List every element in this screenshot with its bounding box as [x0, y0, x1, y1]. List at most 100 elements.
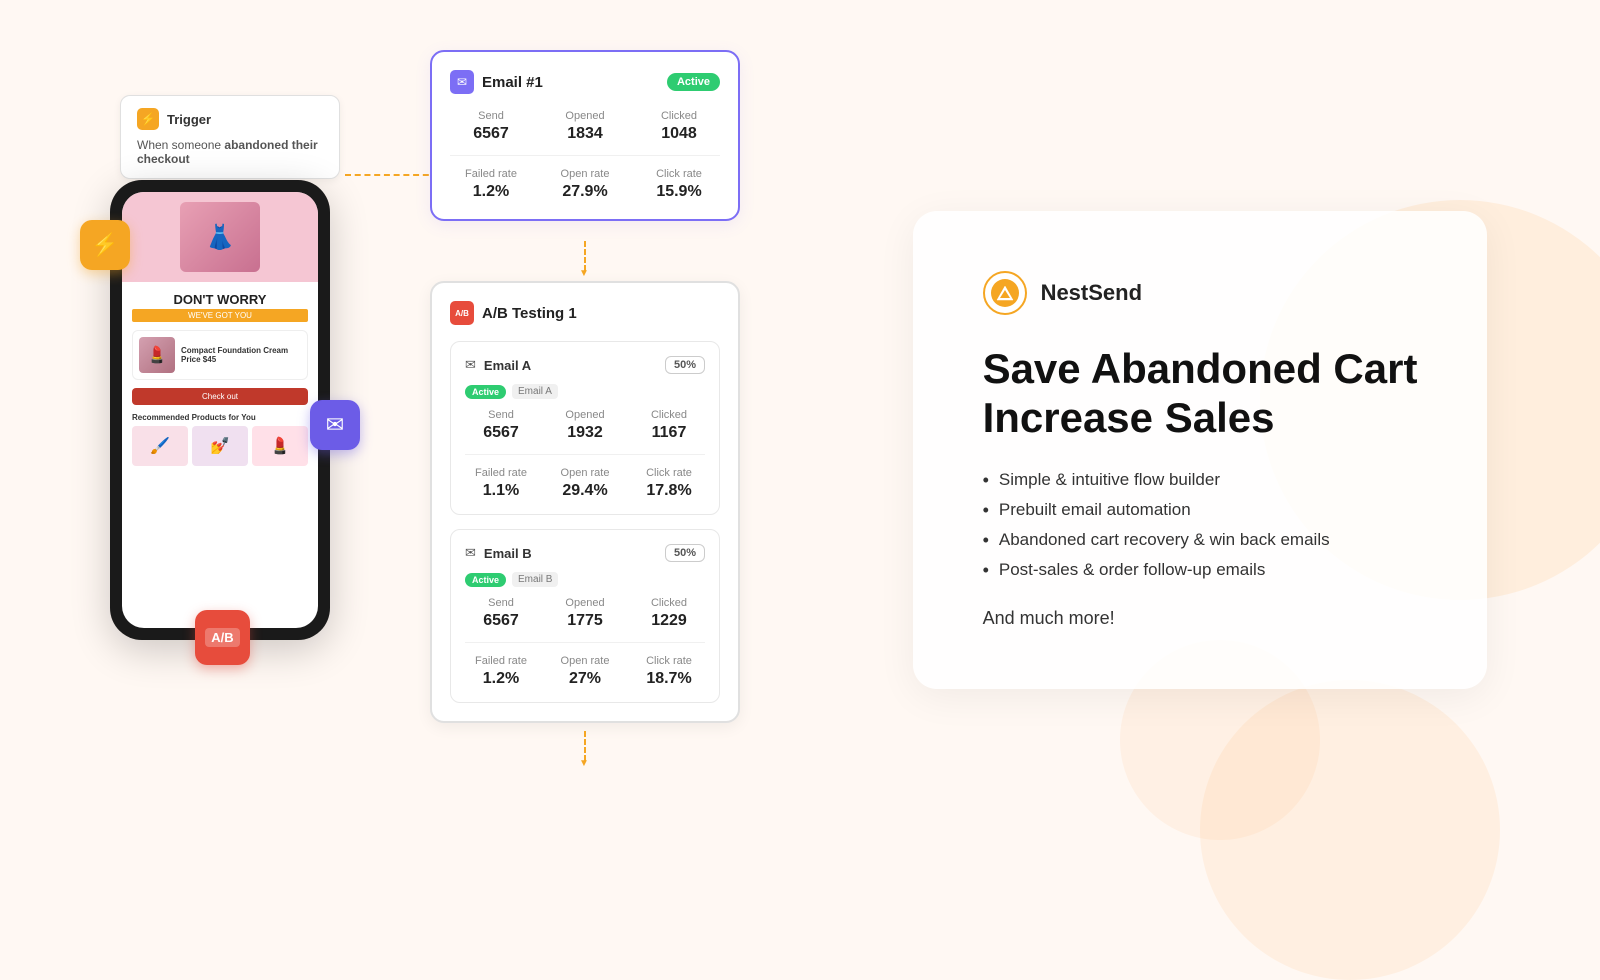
main-heading: Save Abandoned Cart Increase Sales [983, 345, 1418, 442]
email-1-active-badge: Active [667, 73, 720, 91]
email-b-label: Email B [512, 572, 558, 587]
email-1-failed-value: 1.2% [450, 183, 532, 201]
email-b-openrate-stat: Open rate 27% [549, 655, 621, 688]
email-b-clicked-label: Clicked [633, 597, 705, 609]
email-1-card-header: ✉ Email #1 Active [450, 70, 720, 94]
product-price: Price $45 [181, 355, 301, 364]
email-a-badge-row: Active Email A [465, 384, 705, 399]
feature-item-3: Abandoned cart recovery & win back email… [983, 530, 1418, 550]
feature-item-2: Prebuilt email automation [983, 500, 1418, 520]
ab-icon-text: A/B [205, 628, 239, 647]
product-info: Compact Foundation Cream Price $45 [181, 346, 301, 364]
email-b-icon: ✉ [465, 545, 476, 561]
phone-recs-title: Recommended Products for You [132, 413, 308, 422]
email-a-label: Email A [512, 384, 558, 399]
product-image: 💄 [139, 337, 175, 373]
email-a-send-stat: Send 6567 [465, 409, 537, 442]
email-1-opened-label: Opened [544, 110, 626, 122]
email-b-sub-card: ✉ Email B 50% Active Email B Send 6567 O… [450, 529, 720, 703]
email-a-divider [465, 454, 705, 455]
phone-product: 💄 Compact Foundation Cream Price $45 [132, 330, 308, 380]
email-b-send-stat: Send 6567 [465, 597, 537, 630]
email-1-failed-stat: Failed rate 1.2% [450, 168, 532, 201]
email-1-stats-bottom: Failed rate 1.2% Open rate 27.9% Click r… [450, 168, 720, 201]
ab-card-header: A/B A/B Testing 1 [450, 301, 720, 325]
email-a-clickrate-label: Click rate [633, 467, 705, 479]
email-a-openrate-label: Open rate [549, 467, 621, 479]
floating-email-icon: ✉ [310, 400, 360, 450]
ab-testing-card: A/B A/B Testing 1 ✉ Email A 50% Active E… [430, 281, 740, 723]
email-1-openrate-stat: Open rate 27.9% [544, 168, 626, 201]
trigger-icon: ⚡ [137, 108, 159, 130]
trigger-bold: abandoned their checkout [137, 138, 318, 166]
email-a-percentage: 50% [665, 356, 705, 374]
email-b-failed-value: 1.2% [465, 670, 537, 688]
email-b-stats-bottom: Failed rate 1.2% Open rate 27% Click rat… [465, 655, 705, 688]
email-b-opened-value: 1775 [549, 612, 621, 630]
email-1-send-label: Send [450, 110, 532, 122]
email-a-clicked-value: 1167 [633, 424, 705, 442]
email-b-badge-row: Active Email B [465, 572, 705, 587]
email-b-opened-stat: Opened 1775 [549, 597, 621, 630]
dashed-line [584, 241, 586, 271]
email-b-clicked-stat: Clicked 1229 [633, 597, 705, 630]
email-a-failed-stat: Failed rate 1.1% [465, 467, 537, 500]
email-a-left: ✉ Email A [465, 357, 531, 373]
email-b-left: ✉ Email B [465, 545, 532, 561]
email-b-active-badge: Active [465, 573, 506, 587]
brand-logo [983, 271, 1027, 315]
email-a-failed-label: Failed rate [465, 467, 537, 479]
phone-products-row: 🖌️ 💅 💄 [132, 426, 308, 466]
trigger-title: Trigger [167, 112, 211, 127]
email-b-clicked-value: 1229 [633, 612, 705, 630]
ab-bottom-dashed-line [584, 731, 586, 761]
phone-screen: 👗 DON'T WORRY WE'VE GOT YOU 💄 Compact Fo… [122, 192, 318, 628]
email-a-header: ✉ Email A 50% [465, 356, 705, 374]
email-a-clickrate-value: 17.8% [633, 482, 705, 500]
email-b-divider [465, 642, 705, 643]
value-prop-card: NestSend Save Abandoned Cart Increase Sa… [913, 211, 1488, 689]
checkout-button[interactable]: Check out [132, 388, 308, 405]
trigger-header: ⚡ Trigger [137, 108, 323, 130]
email-b-send-label: Send [465, 597, 537, 609]
email-b-clickrate-value: 18.7% [633, 670, 705, 688]
email-1-clickrate-stat: Click rate 15.9% [638, 168, 720, 201]
email-b-percentage: 50% [665, 544, 705, 562]
email-b-openrate-value: 27% [549, 670, 621, 688]
email-a-title: Email A [484, 358, 531, 373]
feature-item-4: Post-sales & order follow-up emails [983, 560, 1418, 580]
email-1-title: Email #1 [482, 74, 543, 91]
email-a-opened-label: Opened [549, 409, 621, 421]
email-b-openrate-label: Open rate [549, 655, 621, 667]
email-a-opened-value: 1932 [549, 424, 621, 442]
email-a-openrate-value: 29.4% [549, 482, 621, 500]
email-to-ab-arrow [430, 241, 740, 271]
ab-bottom-arrow [430, 731, 740, 761]
email-b-send-value: 6567 [465, 612, 537, 630]
phone-title: DON'T WORRY [132, 292, 308, 307]
email-1-clicked-label: Clicked [638, 110, 720, 122]
email-1-clicked-stat: Clicked 1048 [638, 110, 720, 143]
rec-product-2: 💅 [192, 426, 248, 466]
feature-item-1: Simple & intuitive flow builder [983, 470, 1418, 490]
phone-top-bar: 👗 [122, 192, 318, 282]
email-a-stats-top: Send 6567 Opened 1932 Clicked 1167 [465, 409, 705, 442]
email-1-send-stat: Send 6567 [450, 110, 532, 143]
email-1-clicked-value: 1048 [638, 125, 720, 143]
email-a-sub-card: ✉ Email A 50% Active Email A Send 6567 O… [450, 341, 720, 515]
email-1-send-value: 6567 [450, 125, 532, 143]
phone-hero-image: 👗 [180, 202, 260, 272]
email-1-card-header-left: ✉ Email #1 [450, 70, 543, 94]
email-a-openrate-stat: Open rate 29.4% [549, 467, 621, 500]
right-section: NestSend Save Abandoned Cart Increase Sa… [800, 0, 1600, 900]
heading-line-1: Save Abandoned Cart [983, 345, 1418, 392]
features-list: Simple & intuitive flow builder Prebuilt… [983, 470, 1418, 580]
email-1-divider [450, 155, 720, 156]
email-1-openrate-label: Open rate [544, 168, 626, 180]
email-b-opened-label: Opened [549, 597, 621, 609]
email-b-failed-stat: Failed rate 1.2% [465, 655, 537, 688]
flow-section: ✉ Email #1 Active Send 6567 Opened 1834 … [430, 50, 740, 769]
brand-logo-icon [991, 279, 1019, 307]
email-b-clickrate-stat: Click rate 18.7% [633, 655, 705, 688]
heading-line-2: Increase Sales [983, 394, 1275, 441]
